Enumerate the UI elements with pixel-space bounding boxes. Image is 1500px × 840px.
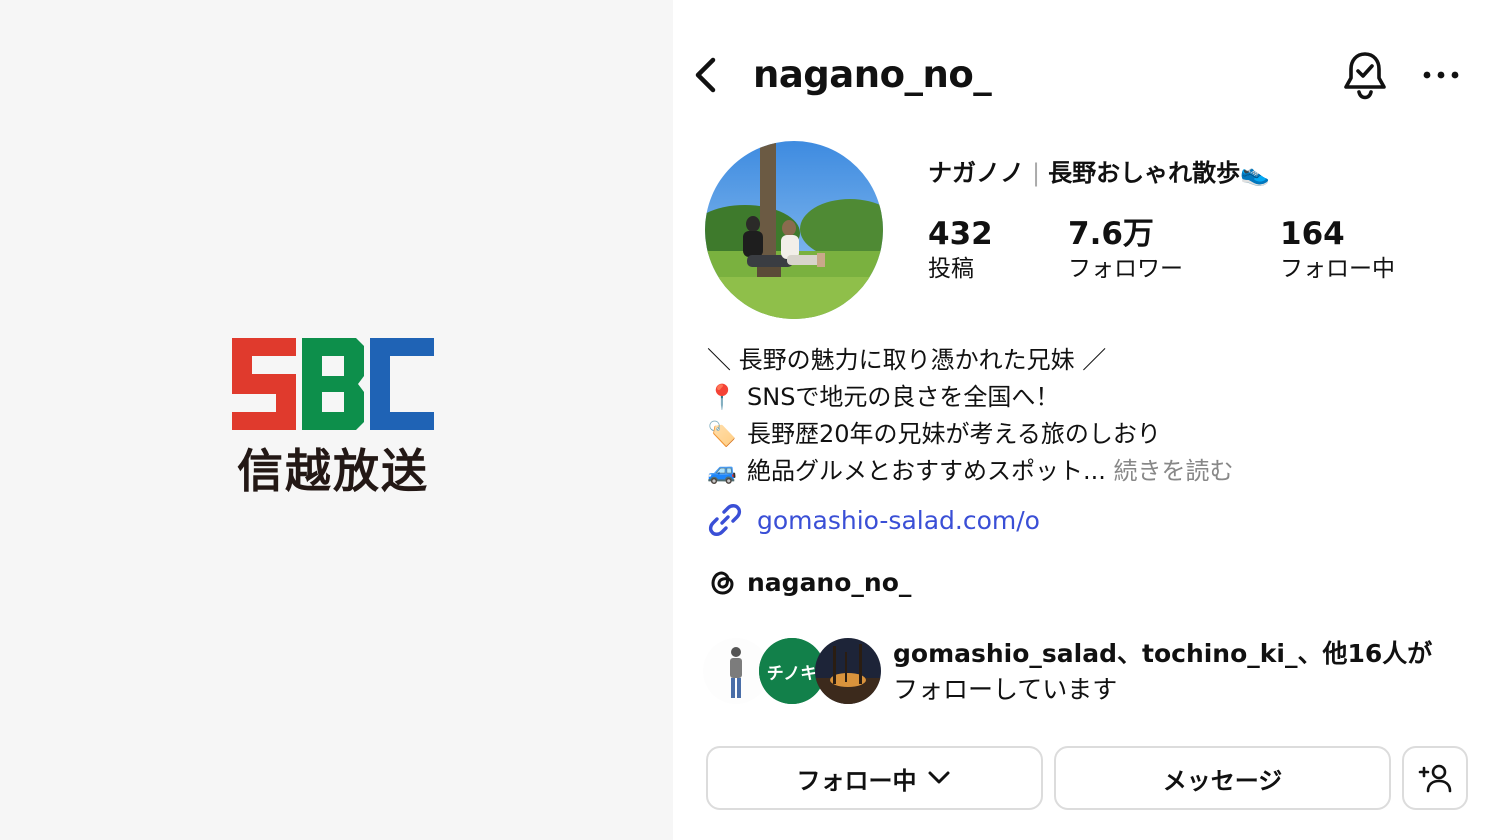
bio-line-3-text: 長野歴20年の兄妹が考える旅のしおり bbox=[747, 420, 1161, 448]
sbc-logo-mark bbox=[232, 338, 434, 430]
threads-badge[interactable]: nagano_no_ bbox=[707, 562, 911, 602]
following-label: フォロー中 bbox=[1280, 256, 1395, 282]
mutual-followers[interactable]: チノキ gomashio_salad、tochino_ki_、他16人が フォロ… bbox=[703, 636, 1483, 712]
car-emoji-icon: 🚙 bbox=[707, 457, 737, 485]
display-name: ナガノノ | 長野おしゃれ散歩👟 bbox=[928, 156, 1270, 190]
mutual-avatar-2-text: チノキ bbox=[767, 664, 818, 684]
sbc-logo-name: 信越放送 bbox=[237, 444, 429, 498]
left-panel: 信越放送 bbox=[0, 0, 673, 840]
display-name-separator: | bbox=[1032, 159, 1041, 187]
bio-line-3: 🏷️ 長野歴20年の兄妹が考える旅のしおり bbox=[707, 416, 1477, 453]
mutual-followers-text: gomashio_salad、tochino_ki_、他16人が フォローしてい… bbox=[893, 636, 1432, 708]
following-count[interactable]: 164 フォロー中 bbox=[1280, 215, 1395, 285]
posts-label: 投稿 bbox=[928, 256, 974, 282]
profile-bio: ＼ 長野の魅力に取り憑かれた兄妹 ／ 📍 SNSで地元の良さを全国へ！ 🏷️ 長野歴… bbox=[707, 342, 1477, 490]
display-name-tag: 長野おしゃれ散歩 bbox=[1048, 159, 1241, 187]
followers-value: 7.6万 bbox=[1068, 216, 1154, 252]
following-value: 164 bbox=[1280, 216, 1345, 252]
display-name-main: ナガノノ bbox=[928, 159, 1024, 187]
pin-emoji-icon: 📍 bbox=[707, 383, 737, 411]
profile-header: nagano_no_ bbox=[673, 40, 1500, 110]
read-more-link[interactable]: 続きを読む bbox=[1114, 457, 1234, 485]
header-username: nagano_no_ bbox=[753, 53, 992, 96]
mutual-followers-names: gomashio_salad、tochino_ki_、他16人が bbox=[893, 639, 1433, 668]
message-button[interactable]: メッセージ bbox=[1054, 746, 1391, 810]
mutual-followers-suffix: フォローしています bbox=[893, 675, 1118, 704]
avatar-photo bbox=[705, 141, 883, 319]
chevron-down-icon bbox=[928, 771, 949, 784]
threads-icon bbox=[711, 571, 734, 595]
add-person-button[interactable] bbox=[1402, 746, 1468, 810]
sneaker-emoji-icon: 👟 bbox=[1240, 159, 1270, 187]
profile-panel: nagano_no_ ナガノノ | 長野おしゃれ散歩👟 432 投稿 7.6万 … bbox=[673, 0, 1500, 840]
bio-line-4: 🚙 絶品グルメとおすすめスポット... 続きを読む bbox=[707, 453, 1477, 490]
bio-line-1: ＼ 長野の魅力に取り憑かれた兄妹 ／ bbox=[707, 346, 1107, 374]
tag-emoji-icon: 🏷️ bbox=[707, 420, 737, 448]
profile-website-link[interactable]: gomashio-salad.com/o bbox=[707, 500, 1040, 540]
mutual-avatar-3-image bbox=[815, 638, 881, 704]
posts-count[interactable]: 432 投稿 bbox=[928, 215, 993, 285]
more-options-icon[interactable] bbox=[1421, 62, 1461, 88]
threads-handle: nagano_no_ bbox=[747, 567, 912, 597]
website-url: gomashio-salad.com/o bbox=[757, 505, 1040, 535]
followers-count[interactable]: 7.6万 フォロワー bbox=[1068, 215, 1183, 285]
following-button-label: フォロー中 bbox=[796, 766, 917, 795]
message-button-label: メッセージ bbox=[1162, 766, 1283, 795]
link-icon bbox=[708, 504, 742, 536]
mutual-avatar-3 bbox=[815, 638, 881, 704]
posts-value: 432 bbox=[928, 216, 993, 252]
profile-avatar[interactable] bbox=[705, 141, 883, 319]
back-arrow-icon[interactable] bbox=[689, 54, 723, 96]
followers-label: フォロワー bbox=[1068, 256, 1183, 282]
bio-line-2-text: SNSで地元の良さを全国へ！ bbox=[747, 383, 1060, 411]
bio-line-2: 📍 SNSで地元の良さを全国へ！ bbox=[707, 379, 1477, 416]
following-button[interactable]: フォロー中 bbox=[706, 746, 1043, 810]
add-person-icon bbox=[1418, 764, 1452, 793]
sbc-logo: 信越放送 bbox=[232, 338, 434, 494]
notification-bell-icon[interactable] bbox=[1341, 50, 1389, 100]
bio-line-4-text: 絶品グルメとおすすめスポット... bbox=[747, 457, 1106, 485]
